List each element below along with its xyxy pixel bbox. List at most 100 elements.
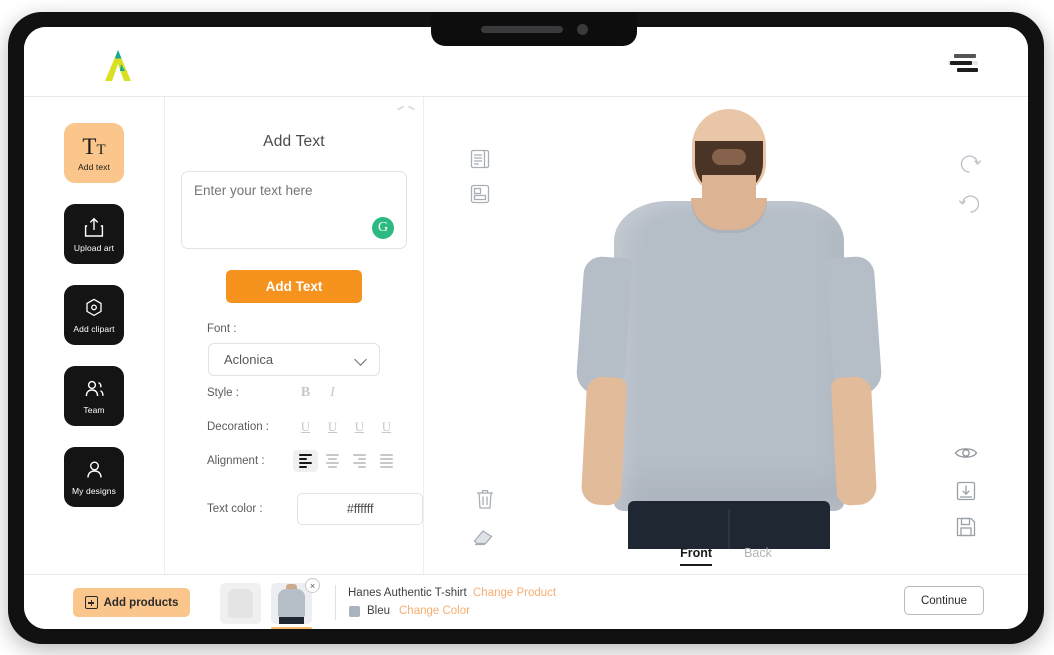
undo-icon[interactable] bbox=[958, 152, 984, 178]
user-person-icon bbox=[84, 458, 105, 482]
menu-line-4 bbox=[957, 68, 978, 72]
italic-button[interactable]: I bbox=[320, 382, 345, 404]
align-right-button[interactable] bbox=[347, 450, 372, 472]
align-left-icon bbox=[299, 454, 312, 468]
product-bar: Add products × Hanes Authentic T-shirt C… bbox=[24, 574, 1028, 629]
add-products-button[interactable]: Add products bbox=[73, 588, 190, 617]
sidebar-item-label: Add clipart bbox=[73, 324, 115, 334]
overline-button[interactable]: U bbox=[347, 416, 372, 438]
add-products-label: Add products bbox=[103, 596, 179, 609]
product-name: Hanes Authentic T-shirt bbox=[348, 587, 467, 599]
clipart-hexagon-icon bbox=[83, 296, 105, 320]
alignment-label: Alignment : bbox=[207, 455, 265, 467]
bold-glyph: B bbox=[300, 385, 311, 400]
tab-back[interactable]: Back bbox=[744, 546, 772, 566]
tab-front[interactable]: Front bbox=[680, 546, 713, 566]
refresh-icon[interactable]: G bbox=[372, 217, 394, 239]
tshirt-sleeve-right bbox=[825, 255, 883, 397]
text-color-row: Text color : #ffffff bbox=[207, 492, 423, 526]
product-preview[interactable] bbox=[575, 109, 883, 549]
change-product-link[interactable]: Change Product bbox=[473, 587, 556, 599]
underline-glyph: U bbox=[354, 419, 365, 434]
thumbnail-model-legs bbox=[279, 617, 304, 624]
canvas-area: Front Back bbox=[424, 97, 1028, 574]
align-left-button[interactable] bbox=[293, 450, 318, 472]
sidebar-item-add-text[interactable]: TT Add text bbox=[64, 123, 124, 183]
collapse-panel-icon[interactable] bbox=[397, 101, 415, 115]
font-label: Font : bbox=[207, 323, 237, 335]
alignment-row: Alignment : bbox=[207, 444, 423, 478]
text-tool-icon: TT bbox=[82, 133, 106, 159]
device-screen: TT Add text Upload art Add clipart Team … bbox=[24, 27, 1028, 629]
decoration-label: Decoration : bbox=[207, 421, 270, 433]
download-icon[interactable] bbox=[954, 479, 980, 505]
remove-product-icon[interactable]: × bbox=[305, 578, 320, 593]
model-arm-left bbox=[580, 376, 628, 506]
text-input[interactable] bbox=[194, 183, 394, 198]
double-underline-button[interactable]: U bbox=[320, 416, 345, 438]
device-notch bbox=[431, 12, 637, 46]
sidebar-item-my-designs[interactable]: My designs bbox=[64, 447, 124, 507]
tshirt-graphic bbox=[575, 198, 883, 511]
upload-icon bbox=[84, 215, 104, 239]
color-name: Bleu bbox=[367, 605, 391, 617]
font-select-value: Aclonica bbox=[224, 352, 274, 367]
align-right-icon bbox=[353, 454, 366, 468]
model-jeans bbox=[628, 501, 830, 549]
text-properties-panel: Add Text G Add Text Font : Aclonica Styl… bbox=[165, 97, 424, 574]
underline-button[interactable]: U bbox=[293, 416, 318, 438]
camera-dot bbox=[577, 24, 588, 35]
font-select[interactable]: Aclonica bbox=[208, 343, 380, 376]
trash-icon[interactable] bbox=[474, 487, 500, 513]
logo-a-mark bbox=[105, 50, 131, 81]
underline-glyph: U bbox=[300, 419, 311, 434]
underline-glyph: U bbox=[381, 419, 392, 434]
sidebar-item-upload-art[interactable]: Upload art bbox=[64, 204, 124, 264]
tool-rail: TT Add text Upload art Add clipart Team … bbox=[24, 97, 165, 574]
model-arm-right bbox=[830, 376, 878, 506]
selected-indicator bbox=[271, 627, 312, 629]
align-justify-icon bbox=[380, 454, 393, 468]
text-color-input[interactable]: #ffffff bbox=[297, 493, 423, 525]
text-input-container: G bbox=[181, 171, 407, 249]
style-row: Style : B I bbox=[207, 376, 423, 410]
redo-icon[interactable] bbox=[958, 192, 984, 218]
hamburger-menu-icon[interactable] bbox=[948, 53, 982, 75]
product-thumbnail[interactable] bbox=[220, 583, 261, 624]
align-justify-button[interactable] bbox=[374, 450, 399, 472]
device-frame: TT Add text Upload art Add clipart Team … bbox=[8, 12, 1044, 644]
style-label: Style : bbox=[207, 387, 239, 399]
underline-glyph: U bbox=[327, 419, 338, 434]
thumbnail-shirt-gray bbox=[278, 589, 305, 617]
menu-line-1 bbox=[954, 54, 976, 58]
template-icon[interactable] bbox=[468, 182, 494, 208]
sidebar-item-add-clipart[interactable]: Add clipart bbox=[64, 285, 124, 345]
add-text-button[interactable]: Add Text bbox=[226, 270, 362, 303]
team-people-icon bbox=[83, 377, 106, 401]
chevron-down-icon bbox=[354, 353, 367, 366]
continue-button[interactable]: Continue bbox=[904, 586, 984, 615]
side-tabs: Front Back bbox=[424, 546, 1028, 566]
speaker-grille bbox=[481, 26, 563, 33]
change-color-link[interactable]: Change Color bbox=[399, 605, 470, 617]
plus-icon bbox=[84, 596, 98, 609]
preview-eye-icon[interactable] bbox=[954, 444, 980, 470]
bold-button[interactable]: B bbox=[293, 382, 318, 404]
panel-title: Add Text bbox=[263, 133, 325, 150]
color-swatch bbox=[349, 606, 360, 617]
layers-icon[interactable] bbox=[468, 147, 494, 173]
align-center-button[interactable] bbox=[320, 450, 345, 472]
decoration-row: Decoration : U U U U bbox=[207, 410, 423, 444]
divider bbox=[335, 585, 336, 620]
strikethrough-button[interactable]: U bbox=[374, 416, 399, 438]
tshirt-collar bbox=[691, 198, 767, 230]
thumbnail-shirt-white bbox=[228, 589, 253, 618]
sidebar-item-label: Team bbox=[83, 405, 105, 415]
menu-line-2 bbox=[950, 61, 972, 65]
sidebar-item-label: Upload art bbox=[73, 243, 115, 253]
tshirt-sleeve-left bbox=[575, 255, 633, 397]
save-icon[interactable] bbox=[954, 515, 980, 541]
italic-glyph: I bbox=[330, 385, 335, 400]
sidebar-item-team[interactable]: Team bbox=[64, 366, 124, 426]
text-color-label: Text color : bbox=[207, 503, 263, 515]
